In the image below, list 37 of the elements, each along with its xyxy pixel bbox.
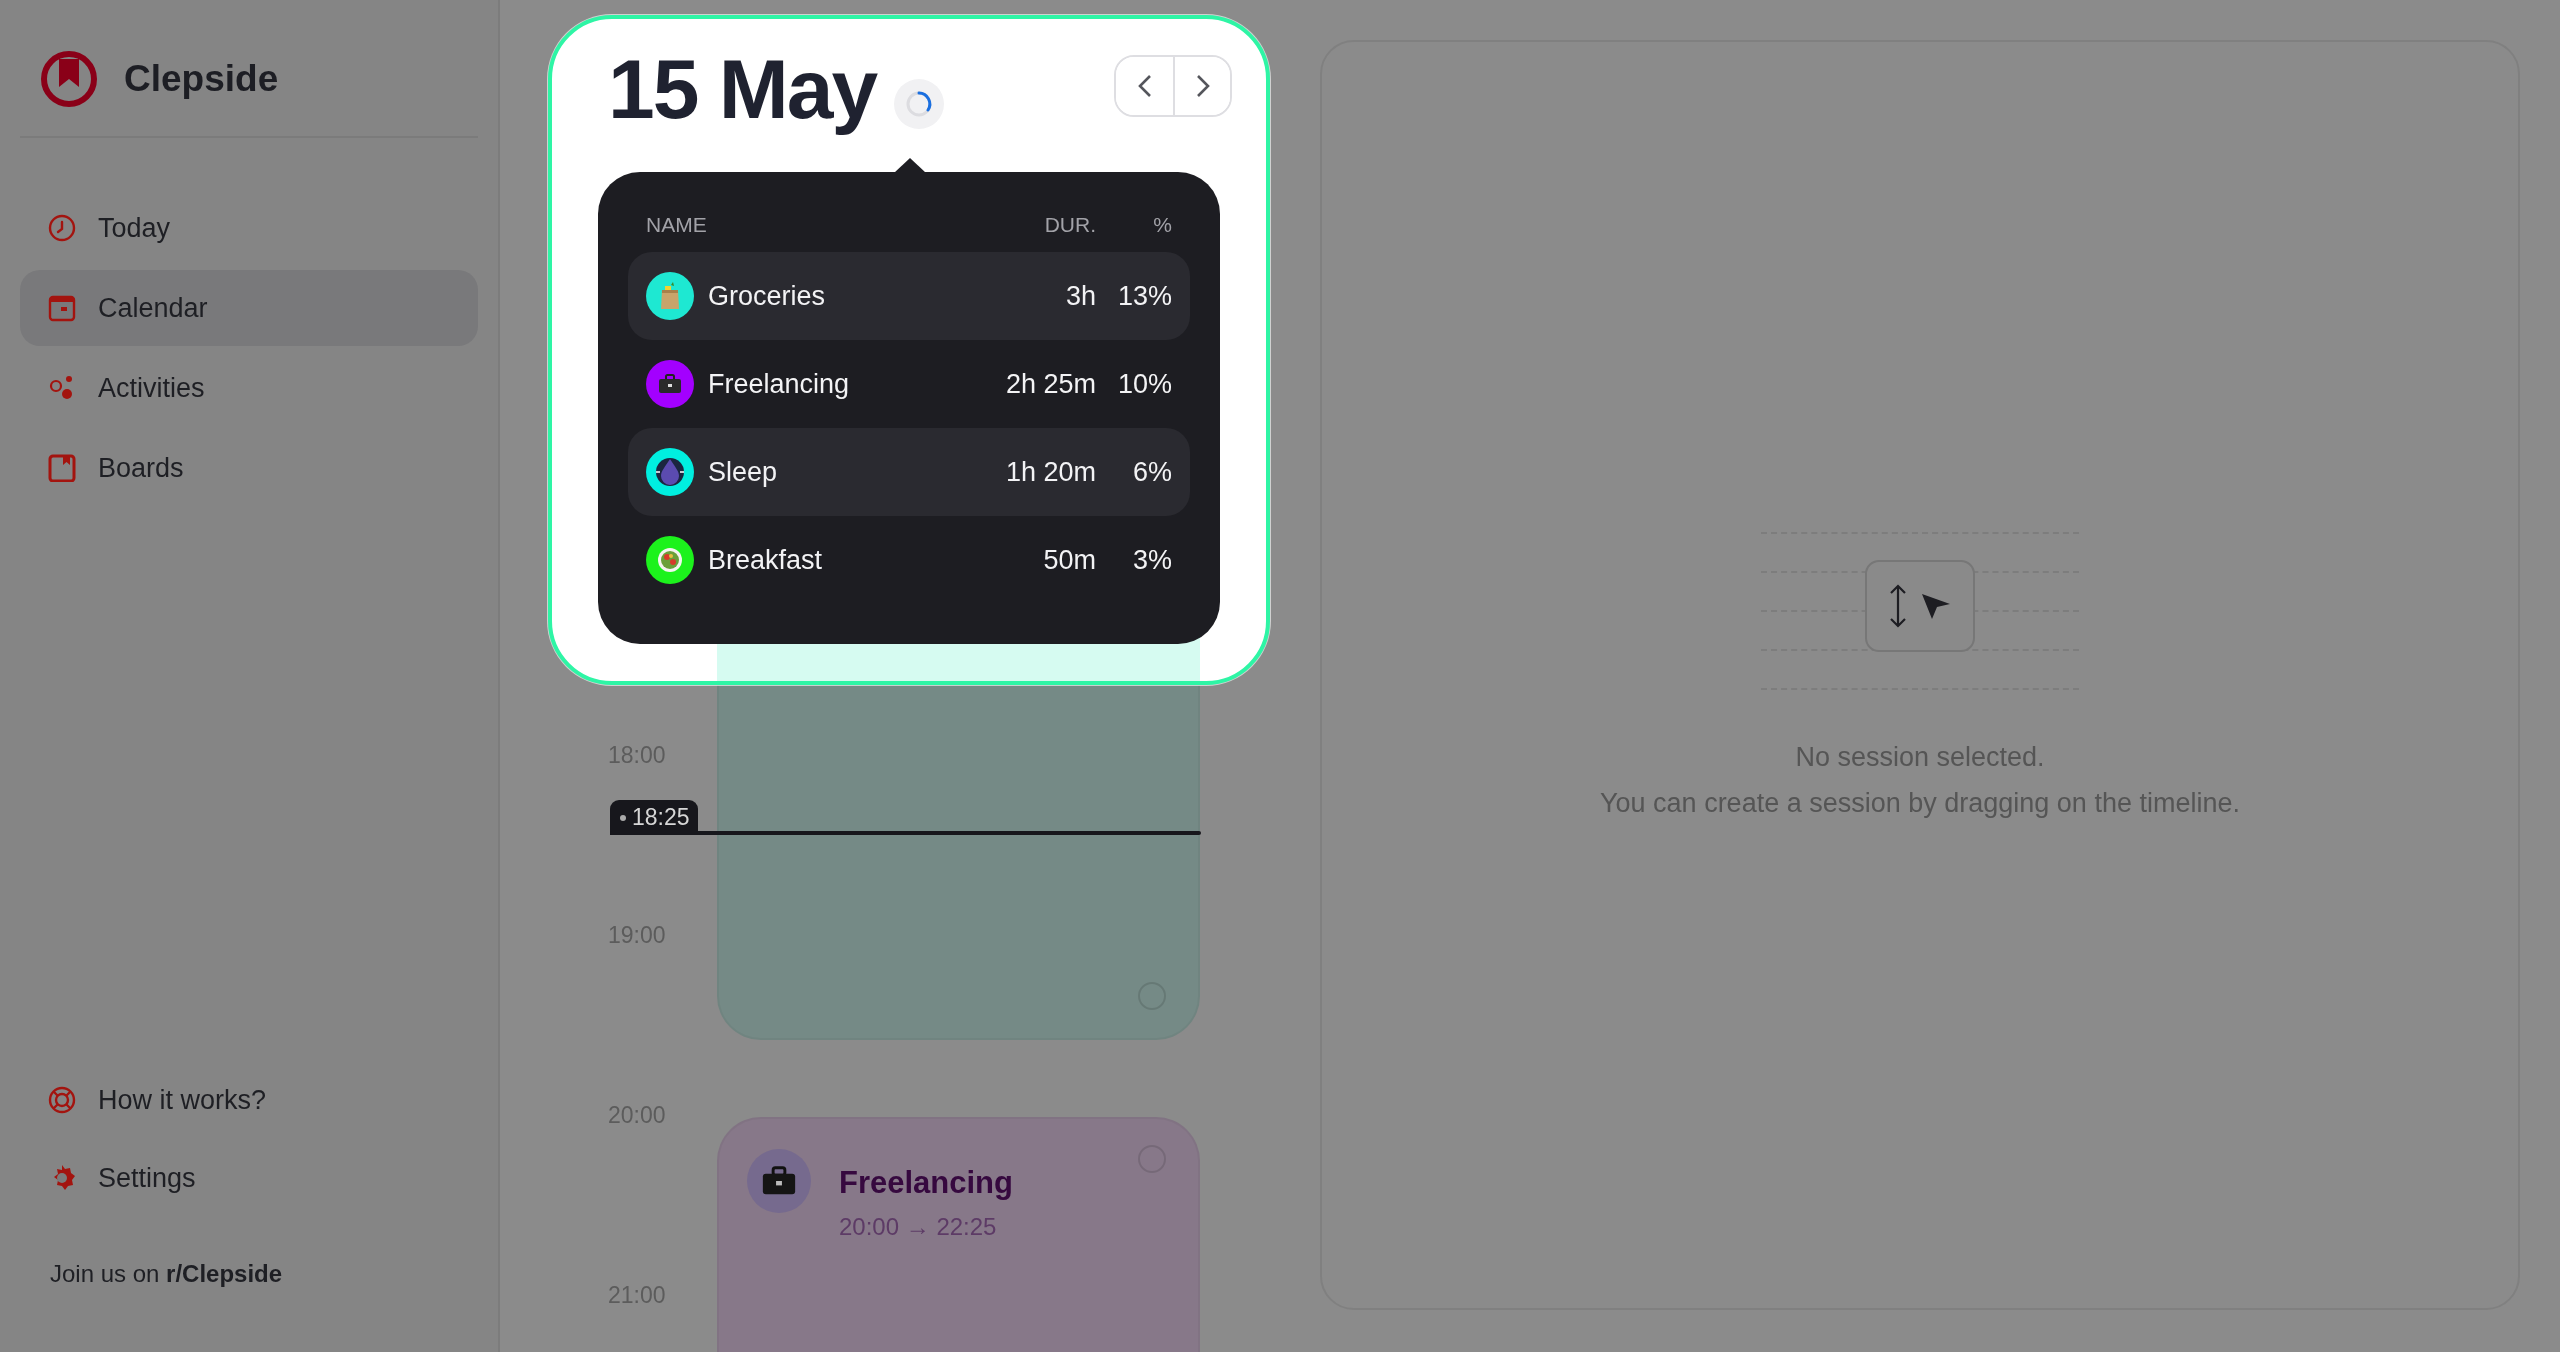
community-text: Join us on r/Clepside	[49, 1259, 284, 1288]
logo-icon	[40, 50, 98, 108]
app-name: Clepside	[124, 58, 279, 100]
percent-text: 3%	[1131, 544, 1172, 576]
salad-icon	[655, 545, 685, 575]
board-icon	[48, 454, 76, 482]
date-title: 15 May	[608, 41, 877, 138]
event-time: 20:00 → 22:25	[839, 1213, 998, 1241]
activity-name: Groceries	[708, 280, 826, 312]
activity-name: Freelancing	[708, 368, 850, 400]
droplet-icon	[653, 455, 687, 489]
nav-item[interactable]: Boards	[20, 430, 478, 506]
activity-name: Sleep	[708, 456, 778, 488]
activity-name: Breakfast	[708, 544, 823, 576]
duration-text: 2h 25m	[1005, 368, 1096, 400]
clock-icon	[48, 214, 76, 242]
column-header: DUR.	[1044, 213, 1096, 237]
nav-item[interactable]: Today	[20, 190, 478, 266]
lifebuoy-icon	[48, 1086, 76, 1114]
percent-text: 6%	[1131, 456, 1172, 488]
nav-item[interactable]: How it works?	[20, 1062, 478, 1138]
duration-text: 50m	[1043, 544, 1096, 576]
next-button[interactable]	[1173, 56, 1230, 115]
percent-text: 13%	[1116, 280, 1172, 312]
resize-arrow-icon	[1888, 583, 1908, 629]
nav-item[interactable]: Activities	[20, 350, 478, 426]
calendar-icon	[48, 294, 76, 322]
duration-text: 3h	[1065, 280, 1096, 312]
nav-item[interactable]: Settings	[20, 1140, 478, 1216]
percent-text: 10%	[1116, 368, 1172, 400]
duration-text: 1h 20m	[1005, 456, 1096, 488]
column-header: NAME	[646, 213, 708, 237]
event-title: Freelancing	[839, 1165, 1013, 1201]
column-header: %	[1152, 213, 1172, 237]
event-block[interactable]: Freelancing 20:00 → 22:25	[717, 1117, 1200, 1352]
nav-item[interactable]: Calendar	[20, 270, 478, 346]
community-link[interactable]: r/Clepside	[166, 1260, 283, 1287]
